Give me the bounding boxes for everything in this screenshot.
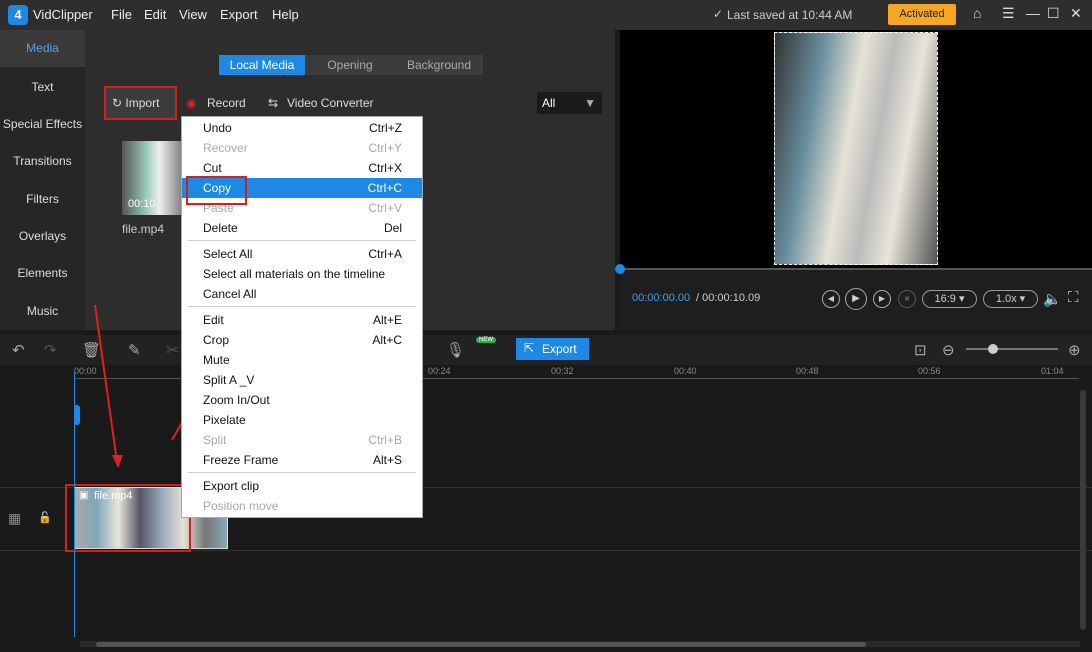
menu-item-shortcut: Ctrl+Y	[368, 141, 402, 155]
menu-item-shortcut: Ctrl+V	[368, 201, 402, 215]
menu-item-crop[interactable]: Crop Alt+C	[182, 330, 422, 350]
menu-item-split-a-v[interactable]: Split A _V	[182, 370, 422, 390]
menu-item-undo[interactable]: Undo Ctrl+Z	[182, 118, 422, 138]
menu-item-mute[interactable]: Mute	[182, 350, 422, 370]
menu-item-cancel-all[interactable]: Cancel All	[182, 284, 422, 304]
menu-item-select-all-materials-on-the-timeline[interactable]: Select all materials on the timeline	[182, 264, 422, 284]
menu-item-pixelate[interactable]: Pixelate	[182, 410, 422, 430]
menu-item-shortcut: Ctrl+C	[367, 181, 402, 195]
menu-item-label: Undo	[203, 121, 232, 135]
menu-item-label: Export clip	[203, 479, 260, 493]
menu-item-freeze-frame[interactable]: Freeze Frame Alt+S	[182, 450, 422, 470]
menu-item-label: Freeze Frame	[203, 453, 279, 467]
menu-item-label: Zoom In/Out	[203, 393, 270, 407]
menu-item-label: Delete	[203, 221, 238, 235]
menu-item-shortcut: Ctrl+B	[368, 433, 402, 447]
menu-item-label: Cut	[203, 161, 222, 175]
menu-item-label: Select all materials on the timeline	[203, 267, 386, 281]
menu-item-label: Split A _V	[203, 373, 255, 387]
menu-item-label: Pixelate	[203, 413, 246, 427]
menu-item-label: Recover	[203, 141, 248, 155]
menu-item-recover[interactable]: Recover Ctrl+Y	[182, 138, 422, 158]
menu-item-label: Split	[203, 433, 227, 447]
menu-item-shortcut: Del	[383, 221, 402, 235]
menu-item-export-clip[interactable]: Export clip	[182, 476, 422, 496]
menu-item-label: Select All	[203, 247, 253, 261]
menu-item-shortcut: Ctrl+A	[368, 247, 402, 261]
menu-separator	[188, 472, 416, 473]
menu-item-shortcut: Ctrl+X	[368, 161, 402, 175]
menu-item-edit[interactable]: Edit Alt+E	[182, 310, 422, 330]
menu-separator	[188, 306, 416, 307]
menu-item-shortcut: Alt+E	[372, 313, 402, 327]
menu-item-label: Cancel All	[203, 287, 257, 301]
menu-item-shortcut: Ctrl+Z	[369, 121, 402, 135]
menu-item-shortcut: Alt+S	[372, 453, 402, 467]
menu-item-label: Edit	[203, 313, 224, 327]
menu-item-label: Crop	[203, 333, 230, 347]
menu-item-zoom-in-out[interactable]: Zoom In/Out	[182, 390, 422, 410]
annotation-highlight-copy	[186, 176, 247, 205]
menu-item-split[interactable]: Split Ctrl+B	[182, 430, 422, 450]
menu-item-shortcut: Alt+C	[372, 333, 402, 347]
menu-item-label: Mute	[203, 353, 230, 367]
menu-item-cut[interactable]: Cut Ctrl+X	[182, 158, 422, 178]
menu-separator	[188, 240, 416, 241]
menu-item-position-move[interactable]: Position move	[182, 496, 422, 516]
menu-item-delete[interactable]: Delete Del	[182, 218, 422, 238]
menu-item-select-all[interactable]: Select All Ctrl+A	[182, 244, 422, 264]
menu-item-label: Position move	[203, 499, 279, 513]
annotation-arrows	[94, 304, 199, 468]
